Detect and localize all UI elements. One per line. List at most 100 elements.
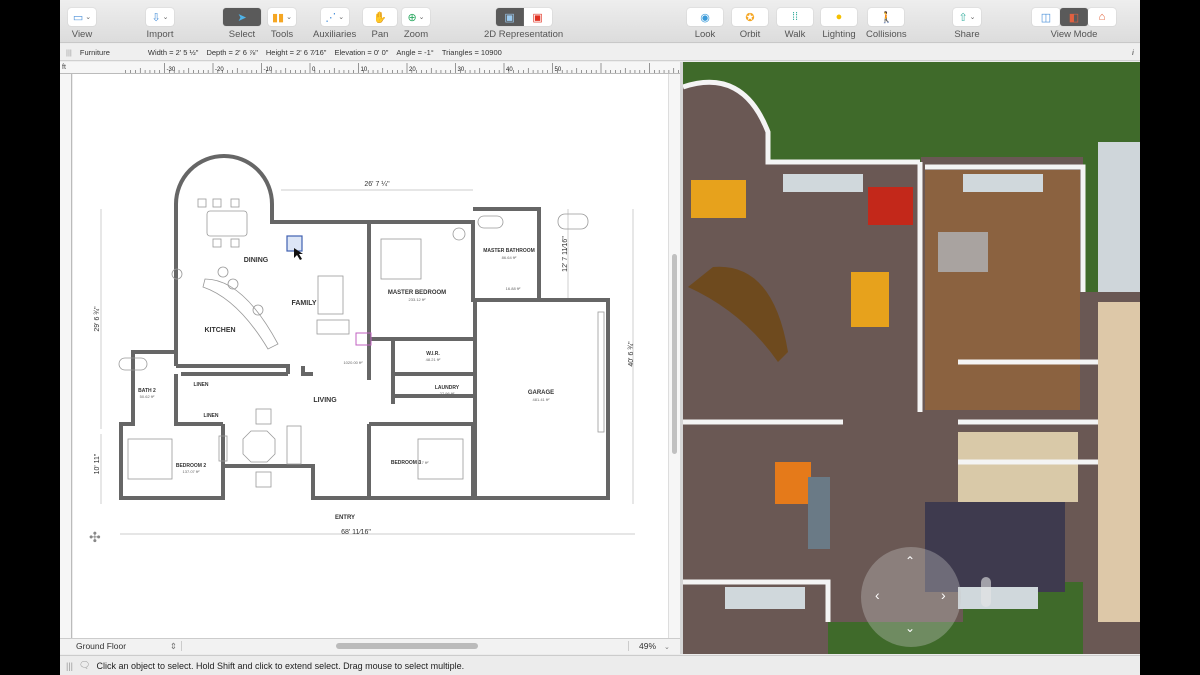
triangles-value: Triangles = 10900	[441, 47, 502, 57]
floor-plan-canvas[interactable]: DINING FAMILY KITCHEN MASTER BEDROOM MAS…	[73, 74, 668, 638]
collisions-icon: 🚶	[879, 11, 894, 24]
nav-left-icon[interactable]: ‹	[875, 587, 880, 603]
ruler-label: 0	[312, 67, 316, 73]
room-living: LIVING	[313, 397, 337, 404]
import-icon: ⇩	[151, 11, 161, 24]
scrollbar-thumb[interactable]	[672, 254, 677, 454]
ruler-label: 40	[506, 67, 513, 73]
nav-up-icon[interactable]: ⌃	[905, 554, 915, 568]
toolbar: ▭ ⌄ View ⇩ ⌄ Import ➤ Select ▮▮ ⌄ Tools ⋰ ⌄ Auxil…	[60, 0, 1140, 43]
vertical-ruler	[60, 74, 72, 638]
nav-right-icon[interactable]: ›	[941, 587, 946, 603]
dimension-right: 40' 6 ¾"	[628, 341, 635, 367]
import-button[interactable]: ⇩ ⌄ Import	[146, 8, 174, 40]
object-type: Furniture	[79, 47, 110, 57]
level-selector-value: Ground Floor	[76, 641, 127, 651]
orbit-icon: ✪	[745, 11, 755, 24]
zoom-button[interactable]: ⊕ ⌄ Zoom	[402, 8, 430, 40]
2d-representation-button[interactable]: ▣ ▣ 2D Representation	[484, 8, 563, 40]
dimension-right-upper: 12' 7 11⁄16"	[562, 236, 569, 272]
height-value: Height = 2' 6 7⁄16"	[265, 47, 327, 57]
room-labels: DINING FAMILY KITCHEN MASTER BEDROOM MAS…	[138, 248, 554, 521]
house-3d-icon: ⌂	[1098, 11, 1106, 23]
orbit-button[interactable]: ✪ Orbit	[732, 8, 768, 40]
room-linen-1: LINEN	[194, 382, 209, 388]
arrow-cursor-icon: ➤	[237, 11, 247, 24]
auxiliaries-button[interactable]: ⋰ ⌄ Auxiliaries	[313, 8, 356, 40]
dimension-left-lower: 10' 11"	[94, 453, 101, 474]
plan-bottom-bar: Ground Floor ⇕ 49% ⌄	[60, 638, 680, 654]
status-bar: ||| 🗨 Click an object to select. Hold Sh…	[60, 655, 1140, 675]
dimension-top: 26' 7 ¼"	[364, 181, 390, 188]
tools-icon: ▮▮	[272, 11, 285, 24]
room-linen-2: LINEN	[204, 413, 219, 419]
view-mode-split-button[interactable]: ◧	[1060, 8, 1088, 26]
look-button[interactable]: ◉ Look	[687, 8, 723, 40]
area-master-bathroom: 86.64 ft²	[502, 255, 517, 260]
area-wir: 48.21 ft²	[426, 357, 441, 362]
collisions-button[interactable]: 🚶 Collisions	[866, 8, 907, 40]
area-bedroom2: 137.07 ft²	[183, 469, 201, 474]
elevation-value: Elevation = 0' 0"	[334, 47, 389, 57]
ruler-label: -10	[264, 67, 273, 73]
room-family: FAMILY	[291, 300, 316, 307]
pan-button[interactable]: ✋ Pan	[363, 8, 397, 40]
vertical-scrollbar[interactable]	[668, 74, 680, 638]
room-master-bedroom: MASTER BEDROOM	[388, 290, 446, 296]
info-icon[interactable]: i	[1132, 48, 1134, 57]
chevron-down-icon: ⌄	[664, 644, 670, 651]
angle-value: Angle = -1°	[396, 47, 434, 57]
ruler-label: -30	[167, 67, 176, 73]
drag-handle[interactable]: |||	[66, 48, 72, 57]
room-entry: ENTRY	[335, 515, 355, 521]
drag-handle[interactable]: |||	[66, 661, 73, 671]
elevation-slider[interactable]	[981, 577, 991, 607]
dimension-bottom: 68' 11⁄16"	[341, 529, 371, 536]
share-button[interactable]: ⇧ ⌄ Share	[953, 8, 981, 40]
3d-representation-icon: ▣	[532, 11, 543, 24]
area-bath2: 50.62 ft²	[140, 394, 155, 399]
ruler-label: 30	[458, 67, 465, 73]
view-mode-3d-button[interactable]: ⌂	[1088, 8, 1116, 26]
horizontal-ruler: ft -30 -20 -10 0 10 20 30 40 50	[60, 62, 680, 74]
ruler-label: -20	[215, 67, 224, 73]
room-master-bathroom: MASTER BATHROOM	[483, 248, 535, 254]
zoom-selector[interactable]: 49% ⌄	[628, 641, 678, 651]
hand-icon: ✋	[373, 11, 387, 24]
width-value: Width = 2' 5 ½"	[147, 47, 199, 57]
ruler-ticks: -30 -20 -10 0 10 20 30 40 50	[125, 63, 679, 73]
app-window: ▭ ⌄ View ⇩ ⌄ Import ➤ Select ▮▮ ⌄ Tools ⋰ ⌄ Auxil…	[60, 0, 1140, 675]
view-button[interactable]: ▭ ⌄ View	[68, 8, 96, 40]
3d-view[interactable]: ⌃ ‹ › ⌄	[683, 62, 1140, 654]
dimension-left: 29' 6 ¾"	[94, 306, 101, 332]
tools-button[interactable]: ▮▮ ⌄ Tools	[268, 8, 296, 40]
horizontal-scrollbar[interactable]	[336, 643, 478, 649]
walls	[119, 154, 610, 500]
level-selector[interactable]: Ground Floor ⇕	[76, 641, 182, 651]
area-living: 1020.00 ft²	[343, 360, 363, 365]
room-kitchen: KITCHEN	[204, 327, 235, 334]
lightbulb-icon: ●	[835, 11, 843, 23]
depth-value: Depth = 2' 6 ⅞"	[206, 47, 258, 57]
help-icon: 🗨	[79, 660, 91, 670]
view-mode-control[interactable]: ◫ ◧ ⌂ View Mode	[1032, 8, 1116, 40]
floorplan-icon: ◫	[1040, 11, 1052, 24]
area-laundry: 27.96 ft²	[440, 391, 455, 396]
compass-icon[interactable]: ✣	[89, 529, 101, 545]
view-icon: ▭	[72, 11, 84, 24]
view-mode-2d-button[interactable]: ◫	[1032, 8, 1060, 26]
nav-down-icon[interactable]: ⌄	[905, 621, 915, 635]
ruler-label: 20	[409, 67, 416, 73]
status-message: Click an object to select. Hold Shift an…	[96, 660, 465, 671]
split-view-icon: ◧	[1068, 11, 1080, 24]
ruler-label: 10	[361, 67, 368, 73]
room-garage: GARAGE	[528, 390, 554, 396]
walk-button[interactable]: ⁞⁞ Walk	[777, 8, 813, 40]
select-button[interactable]: ➤ Select	[223, 8, 261, 40]
furniture	[118, 198, 605, 488]
lighting-button[interactable]: ● Lighting	[821, 8, 857, 40]
room-dining: DINING	[244, 257, 269, 264]
footprints-icon: ⁞⁞	[791, 11, 799, 23]
share-icon: ⇧	[958, 11, 968, 24]
area-master-bedroom: 233.12 ft²	[409, 297, 427, 302]
